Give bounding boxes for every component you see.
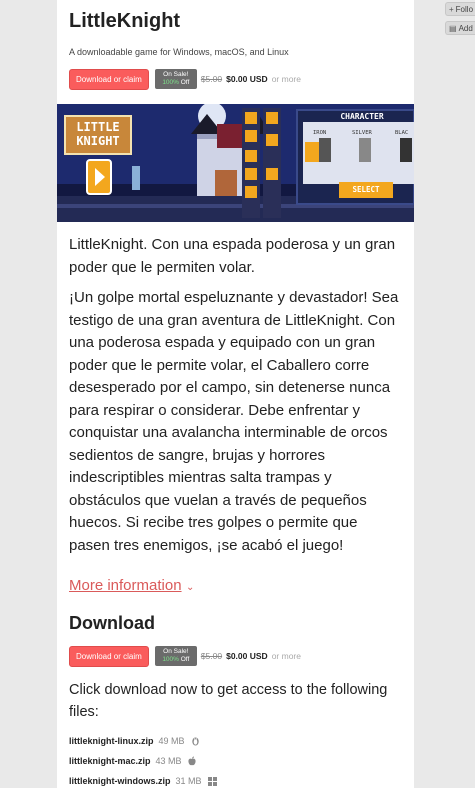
add-label: Add xyxy=(458,23,473,33)
or-more-label-2: or more xyxy=(271,651,301,661)
follow-label: Follo xyxy=(455,4,474,14)
apple-icon xyxy=(187,756,196,766)
download-heading: Download xyxy=(69,613,155,633)
purchase-row: Download or claim On Sale! 100% Off $5.0… xyxy=(69,68,402,90)
collection-icon: ▤ xyxy=(449,23,457,33)
description-body: ¡Un golpe mortal espeluznante y devastad… xyxy=(69,289,399,554)
sale-off-2: Off xyxy=(180,656,190,663)
file-size: 43 MB xyxy=(155,756,182,766)
sale-percent-2: 100% xyxy=(162,656,179,663)
description-intro: LittleKnight. Con una espada poderosa y … xyxy=(69,236,396,276)
sale-label: On Sale! xyxy=(163,71,189,78)
more-info-row: More information ⌄ xyxy=(69,575,402,597)
files-intro: Click download now to get access to the … xyxy=(69,682,388,720)
sale-badge: On Sale! 100% Off xyxy=(154,69,197,89)
add-user-icon: + xyxy=(449,4,454,14)
char-iron: IRON xyxy=(313,130,327,136)
sale-badge-2: On Sale! 100% Off xyxy=(154,646,197,666)
file-name: littleknight-mac.zip xyxy=(69,756,151,766)
original-price: $5.00 xyxy=(200,74,223,84)
or-more-label: or more xyxy=(271,74,301,84)
file-name: littleknight-windows.zip xyxy=(69,776,171,786)
file-size: 31 MB xyxy=(175,776,202,786)
more-information-link[interactable]: More information xyxy=(69,577,182,594)
file-row: littleknight-linux.zip 49 MB xyxy=(69,731,402,751)
file-row: littleknight-mac.zip 43 MB xyxy=(69,751,402,771)
sale-percent: 100% xyxy=(162,79,179,86)
file-name: littleknight-linux.zip xyxy=(69,736,154,746)
add-to-collection-button[interactable]: ▤ Add xyxy=(445,21,475,35)
linux-icon xyxy=(191,736,200,746)
logo-text-1: LITTLE xyxy=(76,120,120,134)
game-subtitle: A downloadable game for Windows, macOS, … xyxy=(69,47,289,57)
chevron-down-icon[interactable]: ⌄ xyxy=(186,582,194,593)
logo-text-2: KNIGHT xyxy=(76,134,120,148)
download-or-claim-button[interactable]: Download or claim xyxy=(69,68,149,90)
file-list: littleknight-linux.zip 49 MB littleknigh… xyxy=(69,731,402,788)
follow-button[interactable]: + Follo xyxy=(445,2,475,16)
game-title: LittleKnight xyxy=(69,10,181,32)
select-label: SELECT xyxy=(352,185,380,194)
panel-title: CHARACTER xyxy=(340,112,384,121)
sale-label-2: On Sale! xyxy=(163,648,189,655)
game-page: LittleKnight A downloadable game for Win… xyxy=(57,0,414,788)
game-screenshot[interactable]: LITTLE KNIGHT CHARACTER IRON SILVER BLAC… xyxy=(57,104,414,222)
original-price-2: $5.00 xyxy=(200,651,223,661)
download-or-claim-button-2[interactable]: Download or claim xyxy=(69,645,149,667)
sale-off: Off xyxy=(180,79,190,86)
char-black: BLAC xyxy=(395,130,409,136)
windows-icon xyxy=(207,776,217,786)
file-size: 49 MB xyxy=(158,736,185,746)
sale-price: $0.00 USD xyxy=(226,74,268,84)
sale-price-2: $0.00 USD xyxy=(226,651,268,661)
file-row: littleknight-windows.zip 31 MB xyxy=(69,771,402,788)
game-description: LittleKnight. Con una espada poderosa y … xyxy=(69,234,402,557)
char-silver: SILVER xyxy=(352,130,372,136)
download-purchase-row: Download or claim On Sale! 100% Off $5.0… xyxy=(69,645,402,667)
